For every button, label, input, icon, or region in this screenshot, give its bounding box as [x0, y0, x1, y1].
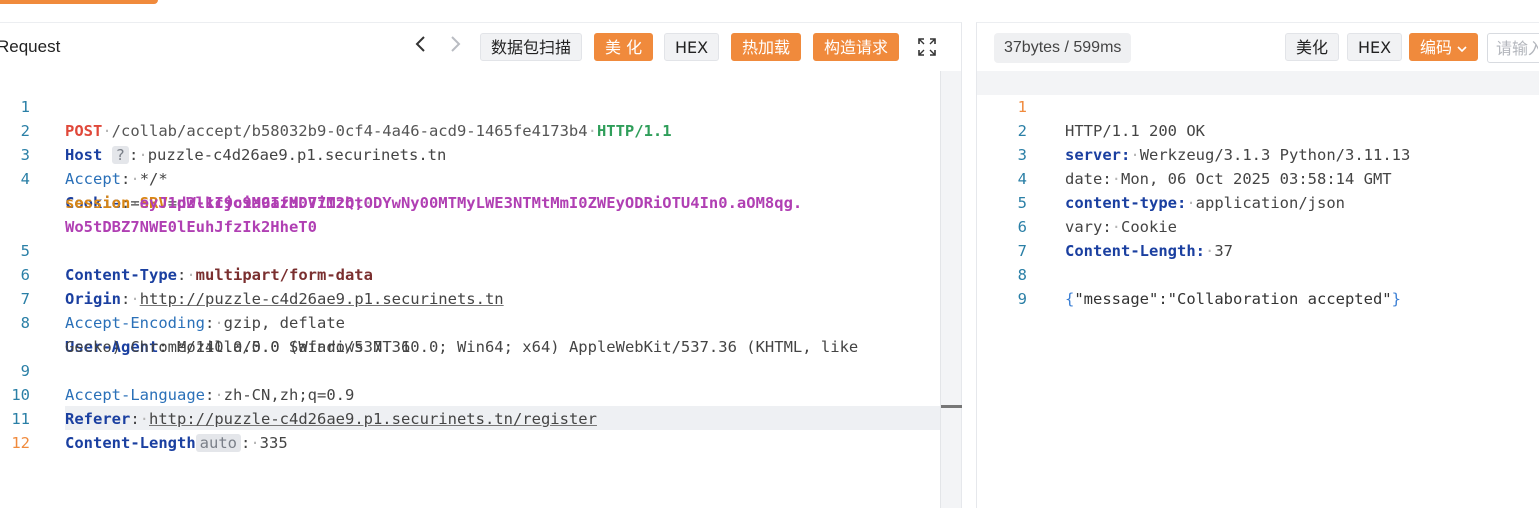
hex-button[interactable]: HEX — [664, 33, 720, 61]
code-line: 11 Content-Length auto:·335 — [0, 383, 940, 452]
json-close-brace: } — [1391, 290, 1401, 308]
json-body: "message":"Collaboration accepted" — [1074, 290, 1392, 308]
code-line: 9 — [977, 263, 1539, 308]
code-line: 1 HTTP/1.1 200 OK — [977, 71, 1539, 140]
chevron-left-icon — [415, 36, 425, 52]
code-line: 4 content-type:·application/json — [977, 143, 1539, 212]
search-input[interactable] — [1487, 33, 1539, 63]
code-line-wrap: Gecko) Chrome/140.0.0.0 Safari/537.36 — [0, 311, 940, 356]
auto-tag[interactable]: auto — [195, 434, 241, 452]
code-line: 7 Accept-Encoding:·gzip, deflate — [0, 263, 940, 332]
code-line: 9 Accept-Language:·zh-CN,zh;q=0.9 — [0, 335, 940, 404]
code-line-wrap: Wo5tDBZ7NWE0lEuhJfzIk2HheT0 — [0, 191, 940, 236]
response-panel: 37bytes / 599ms 美化 HEX 编码 1 HTTP/1.1 200… — [976, 22, 1539, 508]
code-line: 4 Cookie:·SRV=p2-1c9c9a9afd07712b;· — [0, 143, 940, 212]
code-line: 8 {"message":"Collaboration accepted"} — [977, 239, 1539, 308]
request-toolbar: Request 数据包扫描 美 化 HEX 热加载 构造请求 — [0, 23, 961, 71]
panel-title: Request — [0, 37, 61, 56]
code-line-wrap: session=eyJ1dWlkIjoiMGIzMDViMzQtODYwNy00… — [65, 194, 803, 212]
back-arrow-icon[interactable] — [409, 35, 431, 59]
active-tab-indicator — [0, 0, 158, 4]
code-line: 6 Content-Length:·37 — [977, 191, 1539, 260]
code-line: 3 date:·Mon, 06 Oct 2025 03:58:14 GMT — [977, 119, 1539, 188]
line-number: 9 — [1017, 290, 1027, 308]
beautify-button[interactable]: 美化 — [1285, 33, 1340, 61]
response-editor[interactable]: 1 HTTP/1.1 200 OK 2 server:·Werkzeug/3.1… — [977, 71, 1539, 508]
forward-arrow-icon[interactable] — [445, 35, 467, 59]
vertical-scrollbar[interactable] — [940, 71, 962, 508]
code-line: 8 User-Agent:·Mozilla/5.0 (Windows NT 10… — [0, 287, 940, 356]
scrollbar-thumb[interactable] — [941, 405, 962, 408]
code-line: 5 vary:·Cookie — [977, 167, 1539, 236]
code-line: 2 Host ?:·puzzle-c4d26ae9.p1.securinets.… — [0, 95, 940, 164]
construct-request-button[interactable]: 构造请求 — [813, 33, 900, 61]
request-editor[interactable]: 1 POST·/collab/accept/b58032b9-0cf4-4a46… — [0, 71, 940, 508]
response-stats-badge: 37bytes / 599ms — [994, 33, 1132, 63]
code-line: 3 Accept:·*/* — [0, 119, 940, 188]
code-line: 10 Referer:·http://puzzle-c4d26ae9.p1.se… — [0, 359, 940, 428]
json-open-brace: { — [1065, 290, 1075, 308]
header-value: 335 — [259, 434, 288, 452]
encode-label: 编码 — [1420, 38, 1453, 57]
packet-scan-button[interactable]: 数据包扫描 — [480, 33, 583, 61]
hot-reload-button[interactable]: 热加载 — [731, 33, 802, 61]
code-line: 7 — [977, 215, 1539, 260]
code-line: 1 POST·/collab/accept/b58032b9-0cf4-4a46… — [0, 71, 940, 140]
encode-dropdown[interactable]: 编码 — [1409, 33, 1479, 61]
request-panel: Request 数据包扫描 美 化 HEX 热加载 构造请求 1 POST·/c… — [0, 22, 962, 508]
expand-icon[interactable] — [918, 38, 936, 61]
code-line: 5 Content-Type:·multipart/form-data — [0, 215, 940, 284]
hex-button[interactable]: HEX — [1347, 33, 1403, 61]
code-line: 12 — [0, 407, 940, 452]
header-name: Content-Length — [65, 434, 196, 452]
beautify-button[interactable]: 美 化 — [594, 33, 654, 61]
code-line: 6 Origin:·http://puzzle-c4d26ae9.p1.secu… — [0, 239, 940, 308]
chevron-right-icon — [451, 36, 461, 52]
chevron-down-icon — [1457, 46, 1467, 53]
code-line: 2 server:·Werkzeug/3.1.3 Python/3.11.13 — [977, 95, 1539, 164]
line-number: 12 — [11, 434, 30, 452]
